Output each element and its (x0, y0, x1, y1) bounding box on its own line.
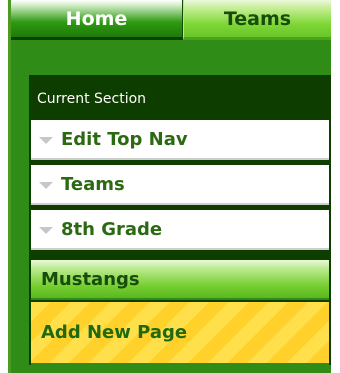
triangle-down-icon (39, 136, 53, 144)
top-navigation: Home Teams (11, 0, 331, 40)
active-item-label: Mustangs (41, 268, 140, 290)
section-item-mustangs-active[interactable]: Mustangs (31, 260, 329, 300)
add-new-page-button[interactable]: Add New Page (31, 302, 329, 363)
tab-teams[interactable]: Teams (183, 0, 331, 40)
section-item-label: Teams (61, 173, 125, 195)
left-rail (0, 0, 8, 373)
current-section-panel: Current Section Edit Top Nav Teams 8th G… (29, 75, 331, 365)
tab-teams-label: Teams (223, 7, 292, 30)
add-new-page-label: Add New Page (41, 322, 188, 343)
section-item-label: Edit Top Nav (61, 128, 188, 150)
tab-home-label: Home (65, 7, 128, 30)
triangle-down-icon (39, 181, 53, 189)
section-item-8th-grade[interactable]: 8th Grade (31, 210, 329, 250)
add-new-page-bottom-border (31, 363, 329, 365)
section-item-label: 8th Grade (61, 218, 163, 240)
left-rail-border (8, 0, 11, 373)
section-header: Current Section (31, 77, 329, 120)
section-item-teams[interactable]: Teams (31, 165, 329, 205)
triangle-down-icon (39, 226, 53, 234)
tab-home[interactable]: Home (11, 0, 183, 40)
section-item-edit-top-nav[interactable]: Edit Top Nav (31, 120, 329, 160)
right-edge (331, 0, 340, 373)
